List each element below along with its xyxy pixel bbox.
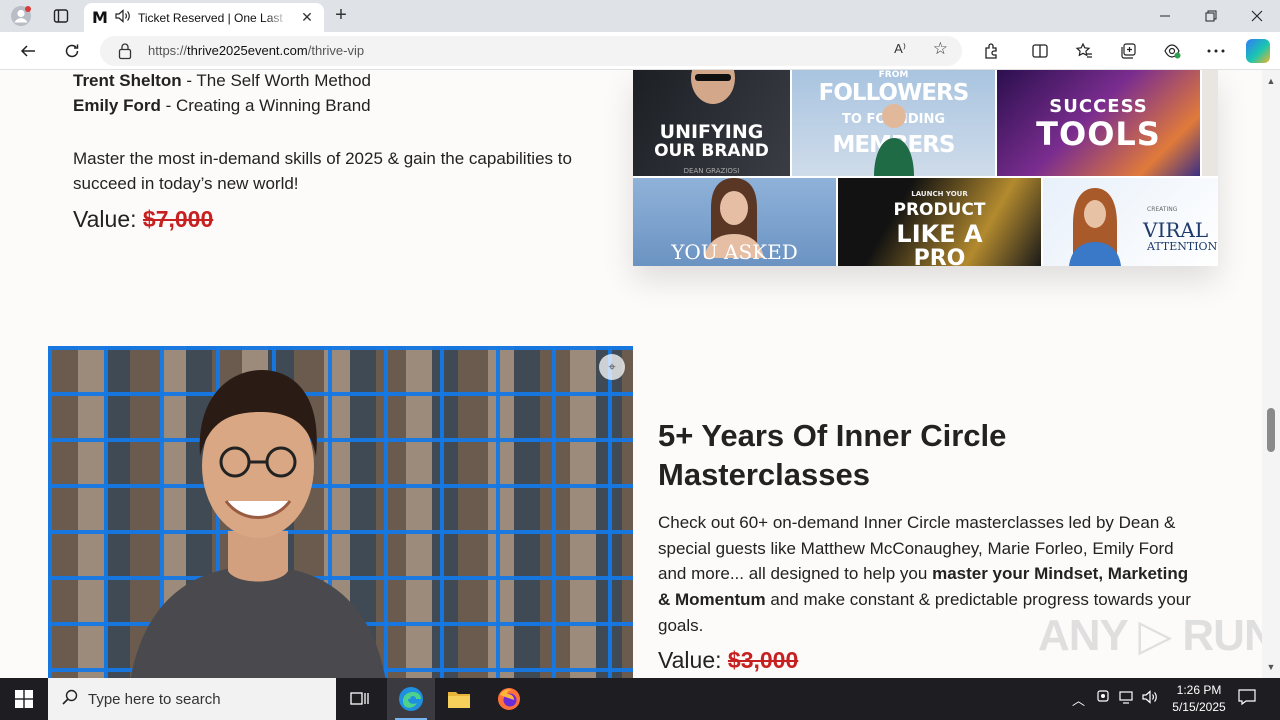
refresh-icon[interactable]: [60, 39, 84, 63]
tab-title: Ticket Reserved | One Last Step: [138, 10, 288, 25]
collage-tile-you-asked: YOU ASKED: [633, 178, 836, 266]
section1-description: Master the most in-demand skills of 2025…: [73, 149, 572, 193]
site-favicon-icon: M: [92, 8, 108, 27]
url-text[interactable]: https://thrive2025event.com/thrive-vip: [148, 43, 364, 58]
firefox-icon[interactable]: [485, 678, 533, 720]
tab-actions-icon[interactable]: [50, 5, 72, 27]
section1-value: Value: $7,000: [73, 206, 214, 232]
section2-price: $3,000: [727, 647, 799, 673]
tray-chevron-icon[interactable]: ︿: [1072, 690, 1085, 709]
notifications-icon[interactable]: [1238, 688, 1256, 709]
restore-icon[interactable]: [1188, 0, 1234, 32]
speaker-line-2: Emily Ford - Creating a Winning Brand: [73, 96, 371, 115]
taskbar-search-box[interactable]: Type here to search: [48, 678, 336, 720]
visual-search-icon[interactable]: ⌖: [599, 354, 625, 380]
anyrun-watermark: ANY ▷ RUN: [1038, 611, 1262, 660]
search-placeholder: Type here to search: [88, 690, 221, 708]
address-bar[interactable]: https://thrive2025event.com/thrive-vip A…: [100, 36, 962, 66]
minimize-icon[interactable]: [1142, 0, 1188, 32]
more-options-icon[interactable]: [1204, 39, 1228, 63]
section1-price: $7,000: [142, 206, 214, 232]
collage-tile-success-tools: SUCCESS TOOLS: [997, 70, 1200, 176]
edge-taskbar-icon[interactable]: [387, 678, 435, 720]
close-window-icon[interactable]: [1234, 0, 1280, 32]
file-explorer-icon[interactable]: [435, 678, 483, 720]
windows-taskbar: Type here to search ︿ 1:26 PM 5/15/2025: [0, 678, 1280, 720]
page-scrollbar[interactable]: ▲ ▼: [1262, 70, 1280, 678]
tab-audio-icon[interactable]: [112, 9, 134, 26]
split-screen-icon[interactable]: [1028, 39, 1052, 63]
tab-strip: M Ticket Reserved | One Last Step ✕ +: [0, 0, 1280, 32]
back-icon[interactable]: [16, 39, 40, 63]
section2-heading: 5+ Years Of Inner Circle Masterclasses: [658, 418, 1007, 492]
scroll-up-icon[interactable]: ▲: [1266, 76, 1276, 86]
inner-circle-photo: ⌖: [48, 346, 633, 678]
collage-tile-unifying-brand: UNIFYING OUR BRAND DEAN GRAZIOSI: [633, 70, 790, 176]
task-view-icon[interactable]: [336, 678, 384, 720]
collage-tile-viral-attention: CREATING VIRAL ATTENTION: [1043, 178, 1218, 266]
scroll-thumb[interactable]: [1267, 408, 1275, 452]
section2-value: Value: $3,000: [658, 647, 799, 673]
browser-toolbar: https://thrive2025event.com/thrive-vip A…: [0, 32, 1280, 70]
clock-date: 5/15/2025: [1172, 700, 1226, 714]
page-viewport: Trent Shelton - The Self Worth Method Em…: [0, 70, 1262, 678]
speaker-line-1: Trent Shelton - The Self Worth Method: [73, 71, 371, 90]
course-collage-image: UNIFYING OUR BRAND DEAN GRAZIOSI FROM FO…: [633, 70, 1218, 266]
lock-icon[interactable]: [118, 42, 132, 60]
read-aloud-icon[interactable]: A⁾: [894, 41, 906, 57]
favorites-icon[interactable]: [1072, 39, 1096, 63]
tray-meet-icon[interactable]: [1096, 690, 1110, 707]
host-portrait: [130, 370, 386, 678]
collage-tile-followers: FROM FOLLOWERS TO FOUNDING MEMBERS: [792, 70, 995, 176]
collage-tile-launch-product: LAUNCH YOUR PRODUCT LIKE A PRO: [838, 178, 1041, 266]
windows-start-icon[interactable]: [0, 678, 48, 720]
favorite-star-icon[interactable]: ☆: [933, 39, 948, 59]
taskbar-clock[interactable]: 1:26 PM 5/15/2025: [1160, 682, 1238, 716]
extensions-icon[interactable]: [980, 39, 1004, 63]
clock-time: 1:26 PM: [1176, 683, 1222, 697]
collections-icon[interactable]: [1116, 39, 1140, 63]
tab-ticket-reserved[interactable]: M Ticket Reserved | One Last Step ✕: [84, 3, 324, 32]
network-icon[interactable]: [1119, 690, 1135, 707]
volume-icon[interactable]: [1142, 690, 1158, 707]
scroll-down-icon[interactable]: ▼: [1266, 662, 1276, 672]
collage-tile-edge: [1202, 70, 1218, 176]
new-tab-button[interactable]: +: [330, 5, 352, 27]
profile-avatar-icon[interactable]: [10, 5, 32, 27]
tab-close-icon[interactable]: ✕: [298, 9, 316, 26]
browser-essentials-icon[interactable]: [1160, 39, 1184, 63]
search-icon: [62, 689, 78, 710]
copilot-icon[interactable]: [1246, 39, 1270, 63]
